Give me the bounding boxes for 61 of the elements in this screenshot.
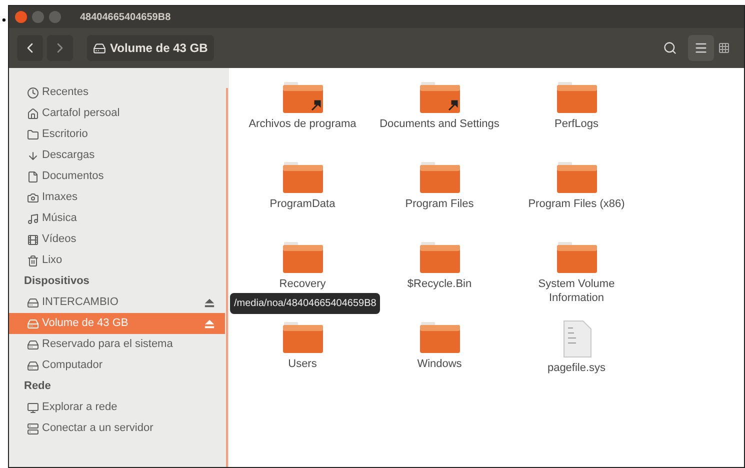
eject-icon[interactable]: [204, 318, 215, 329]
camera-icon: [27, 192, 39, 204]
list-icon: [694, 41, 708, 55]
folder-name[interactable]: Archivos de programa: [242, 117, 362, 131]
sidebar-item[interactable]: Computador: [9, 355, 225, 376]
trash-icon: [27, 254, 39, 266]
sidebar-item[interactable]: Volume de 43 GB: [9, 313, 225, 334]
path-button[interactable]: Volume de 43 GB: [87, 35, 214, 61]
sidebar-item[interactable]: Documentos: [9, 166, 225, 187]
folder-icon: [27, 128, 39, 140]
drive-icon: [27, 318, 39, 330]
clock-icon: [27, 86, 39, 98]
document-icon: [27, 170, 39, 182]
sidebar-item[interactable]: Descargas: [9, 145, 225, 166]
sidebar-item[interactable]: Cartafol persoal: [9, 103, 225, 124]
down-arrow-icon: [27, 150, 39, 162]
folder-name[interactable]: Documents and Settings: [380, 117, 500, 131]
folder-name[interactable]: System Volume Information: [516, 277, 636, 305]
minimize-button[interactable]: [32, 11, 44, 23]
document-icon: [560, 320, 592, 358]
close-button[interactable]: [15, 11, 27, 23]
folder-name[interactable]: ProgramData: [242, 197, 362, 211]
folder-name[interactable]: Program Files: [380, 197, 500, 211]
folder-name[interactable]: Users: [242, 357, 362, 371]
forward-button[interactable]: [47, 35, 73, 61]
monitor-icon: [27, 402, 39, 414]
list-view-button[interactable]: [688, 35, 714, 61]
file-name[interactable]: pagefile.sys: [516, 361, 636, 375]
house-icon: [27, 108, 39, 120]
drive-icon: [27, 296, 39, 308]
grid-icon: [718, 42, 730, 54]
sidebar-section-header: Rede: [24, 379, 52, 394]
drive-icon: [27, 360, 39, 372]
sidebar-item[interactable]: Música: [9, 208, 225, 229]
sidebar-section-header: Dispositivos: [24, 274, 90, 290]
folder-name[interactable]: Windows: [380, 357, 500, 371]
folder-name[interactable]: Program Files (x86): [516, 197, 636, 211]
search-icon: [663, 41, 677, 55]
drive-icon: [93, 42, 106, 54]
folder-name[interactable]: Recovery: [242, 277, 362, 291]
sidebar-item[interactable]: Imaxes: [9, 187, 225, 208]
maximize-button[interactable]: [49, 11, 61, 23]
server-icon: [27, 422, 39, 434]
sidebar-item[interactable]: Lixo: [9, 250, 225, 271]
music-note-icon: [27, 212, 39, 224]
tooltip: /media/noa/48404665404659B8: [230, 293, 380, 314]
drive-icon: [27, 338, 39, 350]
sidebar-item[interactable]: Conectar a un servidor: [9, 418, 225, 439]
eject-icon[interactable]: [204, 297, 215, 308]
sidebar-item[interactable]: INTERCAMBIO: [9, 292, 225, 313]
folder-name[interactable]: PerfLogs: [516, 117, 636, 131]
sidebar-item[interactable]: Reservado para el sistema: [9, 334, 225, 355]
sidebar-item[interactable]: Recentes: [9, 82, 225, 103]
folder-name[interactable]: $Recycle.Bin: [380, 277, 500, 291]
window-title: 48404665404659B8: [80, 10, 171, 24]
back-button[interactable]: [17, 35, 43, 61]
bullet: •: [2, 14, 6, 26]
sidebar-item[interactable]: Escritorio: [9, 124, 225, 145]
sidebar-item[interactable]: Explorar a rede: [9, 397, 225, 418]
film-icon: [27, 234, 39, 246]
sidebar-item[interactable]: Vídeos: [9, 229, 225, 250]
